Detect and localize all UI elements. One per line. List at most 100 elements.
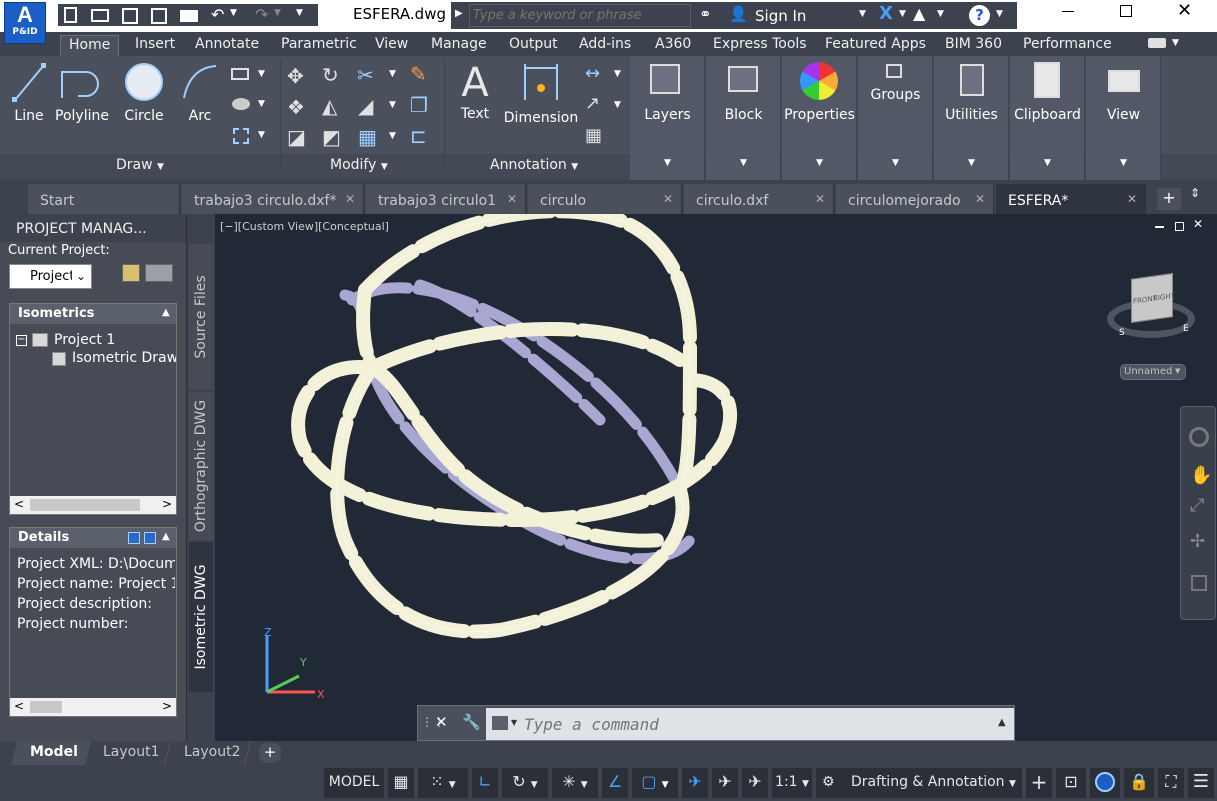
tab-list-icon[interactable]: ⇕ xyxy=(1190,186,1200,200)
ucs-menu[interactable]: Unnamed ▼ xyxy=(1120,364,1186,380)
object-snap-tracking-button[interactable]: ∠ xyxy=(602,768,628,798)
steering-wheel-icon[interactable] xyxy=(1189,427,1209,447)
annotation-group-label[interactable]: Annotation ▼ xyxy=(490,157,578,173)
isodraft-button[interactable]: ✳ ▼ xyxy=(552,768,598,798)
command-close-icon[interactable]: ✕ xyxy=(435,713,448,731)
annotation-visibility-button[interactable]: ✈ xyxy=(682,768,708,798)
circle-button[interactable]: Circle xyxy=(118,60,170,124)
ribbon-tab-manage[interactable]: Manage xyxy=(431,35,487,56)
project-select[interactable]: Project ⌄ xyxy=(9,264,92,289)
mirror-icon[interactable]: ◭ xyxy=(322,94,337,118)
minimize-ribbon-icon[interactable] xyxy=(1148,38,1166,48)
project-settings-icon[interactable] xyxy=(145,264,173,282)
ribbon-tab-a360[interactable]: A360 xyxy=(655,35,691,56)
linear-dim-dropdown-icon[interactable]: ▼ xyxy=(614,69,621,79)
modify-group-label[interactable]: Modify ▼ xyxy=(330,157,388,173)
leader-icon[interactable]: ↗ xyxy=(585,93,600,114)
collapse-panel-icon[interactable]: ▲ xyxy=(162,307,170,318)
tab-orthographic-dwg[interactable]: Orthographic DWG xyxy=(189,392,213,540)
new-file-icon[interactable] xyxy=(64,7,77,23)
grid-button[interactable]: ▦ xyxy=(388,768,414,798)
undo-icon[interactable]: ↶ xyxy=(211,5,224,24)
search-input[interactable] xyxy=(469,4,691,27)
leader-dropdown-icon[interactable]: ▼ xyxy=(614,100,621,110)
help-dropdown-icon[interactable]: ▼ xyxy=(996,9,1003,19)
tab-document-1[interactable]: trabajo3 circulo.dxf* ✕ xyxy=(182,184,364,214)
tab-document-5[interactable]: circulomejorado ✕ xyxy=(836,184,994,214)
add-layout-icon[interactable]: + xyxy=(259,743,281,763)
sign-in-link[interactable]: Sign In xyxy=(755,7,806,25)
command-history-icon[interactable]: ▲ xyxy=(998,717,1006,728)
close-tab-icon[interactable]: ✕ xyxy=(975,192,985,206)
layers-panel[interactable]: Layers ▼ xyxy=(630,56,705,180)
tree-horizontal-scrollbar[interactable]: < > xyxy=(10,496,176,514)
ribbon-options-dropdown-icon[interactable]: ▼ xyxy=(1172,38,1179,48)
drawing-viewport[interactable]: [−][Custom View][Conceptual] ✕ FRONT RIG… xyxy=(215,214,1217,741)
boundary-dropdown-icon[interactable]: ▼ xyxy=(258,130,265,140)
clean-screen-button[interactable]: ⛶ xyxy=(1158,768,1184,798)
pan-hand-icon[interactable]: ✋ xyxy=(1190,465,1212,486)
ribbon-tab-annotate[interactable]: Annotate xyxy=(195,35,259,56)
properties-panel[interactable]: Properties ▼ xyxy=(782,56,857,180)
scroll-thumb[interactable] xyxy=(30,499,140,511)
details-horizontal-scrollbar[interactable]: < > xyxy=(10,698,176,716)
ribbon-tab-featured-apps[interactable]: Featured Apps xyxy=(825,35,926,56)
command-prompt-icon[interactable] xyxy=(492,716,508,730)
close-tab-icon[interactable]: ✕ xyxy=(815,192,825,206)
tree-item-isometric-drawing[interactable]: Isometric Drawi xyxy=(72,350,176,366)
close-tab-icon[interactable]: ✕ xyxy=(663,192,673,206)
quick-properties-button[interactable] xyxy=(1090,768,1120,798)
ribbon-tab-parametric[interactable]: Parametric xyxy=(281,35,357,56)
project-tools-icon[interactable] xyxy=(122,264,140,282)
auto-scale-button[interactable]: ✈ xyxy=(712,768,738,798)
boundary-tool-icon[interactable] xyxy=(233,128,249,144)
scale-icon[interactable]: ◩ xyxy=(322,125,341,149)
save-as-icon[interactable] xyxy=(151,8,167,24)
polar-button[interactable]: ↻ ▼ xyxy=(502,768,548,798)
ortho-button[interactable]: ∟ xyxy=(472,768,498,798)
polyline-button[interactable]: Polyline xyxy=(52,60,112,124)
offset-icon[interactable]: ⊏ xyxy=(410,124,427,148)
tab-isometric-dwg[interactable]: Isometric DWG xyxy=(189,542,213,692)
line-button[interactable]: Line xyxy=(10,60,48,124)
a360-icon[interactable]: ▲ xyxy=(913,4,925,23)
customize-qat-icon[interactable]: ▼ xyxy=(296,8,303,18)
collapse-details-icon[interactable]: ▲ xyxy=(162,531,170,542)
print-icon[interactable] xyxy=(180,10,198,22)
clipboard-panel[interactable]: Clipboard ▼ xyxy=(1010,56,1085,180)
redo-icon[interactable]: ↷ xyxy=(255,5,268,24)
workspace-button[interactable]: ⚙ Drafting & Annotation ▼ xyxy=(816,768,1022,798)
tree-root-project[interactable]: Project 1 xyxy=(54,332,115,348)
details-view-icon[interactable] xyxy=(128,532,140,544)
rectangle-dropdown-icon[interactable]: ▼ xyxy=(258,69,265,79)
command-customize-icon[interactable]: 🔧 xyxy=(462,713,481,731)
hatch-tool-icon[interactable] xyxy=(232,98,250,110)
close-tab-icon[interactable]: ✕ xyxy=(1127,192,1137,206)
ribbon-tab-add-ins[interactable]: Add-ins xyxy=(579,35,631,56)
tab-document-2[interactable]: trabajo3 circulo1 ✕ xyxy=(366,184,526,214)
exchange-dropdown-icon[interactable]: ▼ xyxy=(899,9,906,19)
tab-document-6[interactable]: ESFERA* ✕ xyxy=(996,184,1146,214)
draw-group-label[interactable]: Draw ▼ xyxy=(116,157,164,173)
hatch-dropdown-icon[interactable]: ▼ xyxy=(258,99,265,109)
tab-document-3[interactable]: circulo ✕ xyxy=(528,184,682,214)
ribbon-tab-insert[interactable]: Insert xyxy=(135,35,175,56)
maximize-window-icon[interactable] xyxy=(1120,5,1132,17)
app-logo[interactable]: A P&ID xyxy=(4,2,46,44)
sphere-model[interactable] xyxy=(215,214,1217,741)
snap-button[interactable]: ⁙ ▼ xyxy=(418,768,468,798)
new-tab-icon[interactable]: + xyxy=(1157,188,1181,210)
details-preview-icon[interactable] xyxy=(144,532,156,544)
command-prompt-dropdown-icon[interactable]: ▼ xyxy=(511,718,517,727)
sign-in-dropdown-icon[interactable]: ▼ xyxy=(859,9,866,19)
ribbon-tab-output[interactable]: Output xyxy=(509,35,558,56)
scroll-right-icon[interactable]: > xyxy=(162,497,172,511)
rectangle-tool-icon[interactable] xyxy=(231,68,249,80)
tab-document-0[interactable]: Start xyxy=(28,184,180,214)
stretch-icon[interactable]: ◪ xyxy=(287,125,306,149)
object-snap-button[interactable]: ▢ ▼ xyxy=(632,768,678,798)
ribbon-tab-performance[interactable]: Performance xyxy=(1023,35,1112,56)
fillet-icon[interactable]: ◢ xyxy=(358,94,373,118)
zoom-extents-icon[interactable]: ⤢ xyxy=(1190,495,1204,516)
save-icon[interactable] xyxy=(122,8,138,24)
